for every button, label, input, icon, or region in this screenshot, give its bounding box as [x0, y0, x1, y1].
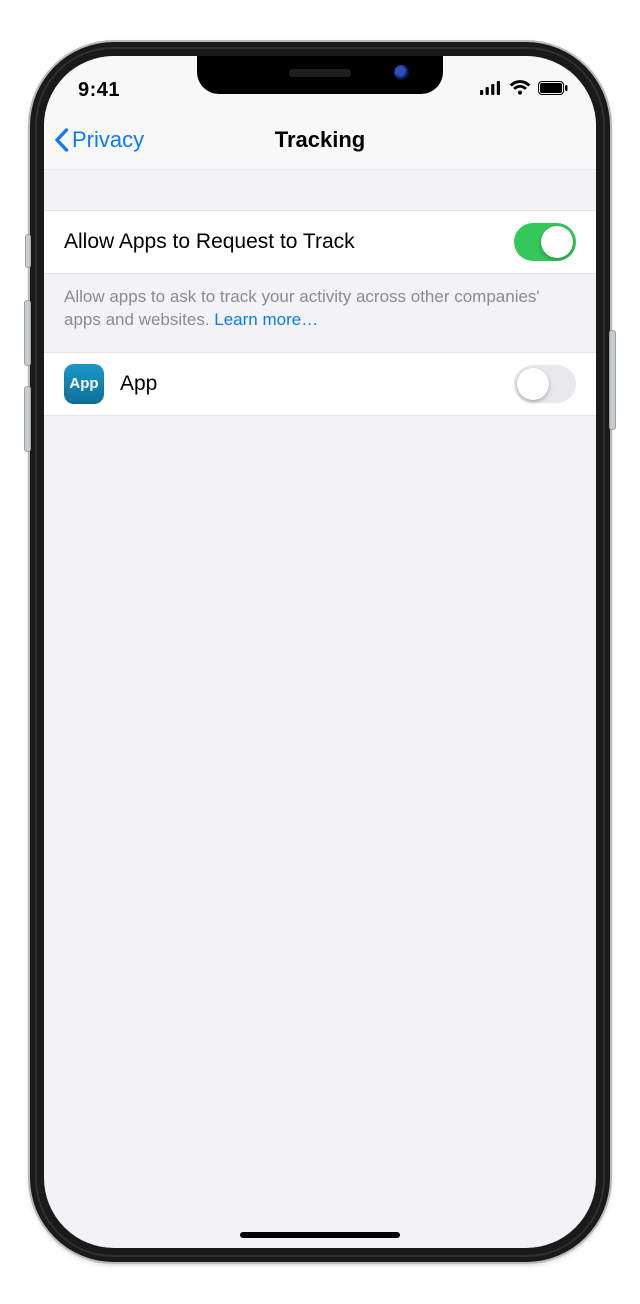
row-label: Allow Apps to Request to Track [64, 230, 514, 254]
section-spacer [44, 170, 596, 210]
battery-icon [538, 81, 568, 100]
toggle-allow-tracking[interactable] [514, 223, 576, 261]
power-button [609, 330, 616, 430]
content: Allow Apps to Request to Track Allow app… [44, 170, 596, 1248]
learn-more-link[interactable]: Learn more… [214, 310, 318, 329]
speaker-grille [289, 69, 351, 77]
screen: 9:41 Pri [44, 56, 596, 1248]
volume-down-button [24, 386, 31, 452]
app-name: App [120, 372, 514, 396]
section-caption: Allow apps to ask to track your activity… [44, 274, 596, 352]
home-indicator [240, 1232, 400, 1238]
chevron-left-icon [54, 128, 70, 152]
back-button[interactable]: Privacy [54, 110, 144, 169]
page-title: Tracking [275, 127, 365, 153]
app-icon: App [64, 364, 104, 404]
status-time: 9:41 [78, 79, 120, 102]
row-app[interactable]: App App [44, 352, 596, 416]
toggle-app[interactable] [514, 365, 576, 403]
status-right [480, 80, 568, 101]
front-camera [394, 65, 409, 80]
nav-bar: Privacy Tracking [44, 110, 596, 170]
cellular-icon [480, 81, 502, 100]
volume-up-button [24, 300, 31, 366]
mute-switch [25, 234, 31, 268]
back-label: Privacy [72, 127, 144, 153]
wifi-icon [509, 80, 531, 101]
row-allow-tracking[interactable]: Allow Apps to Request to Track [44, 210, 596, 274]
notch [197, 56, 443, 94]
phone-frame: 9:41 Pri [30, 42, 610, 1262]
app-list: App App [44, 352, 596, 416]
